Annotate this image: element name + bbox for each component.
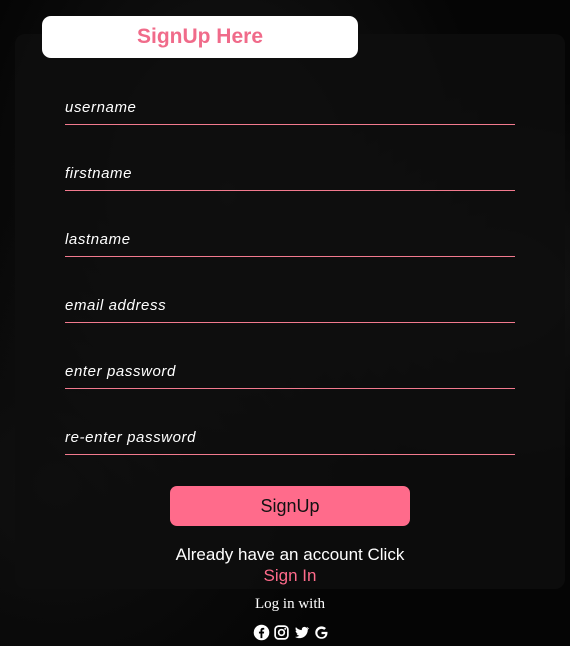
twitter-icon[interactable] xyxy=(293,624,310,641)
firstname-input[interactable] xyxy=(65,157,515,191)
already-account-text: Already have an account Click xyxy=(175,545,405,564)
facebook-icon[interactable] xyxy=(253,624,270,641)
lastname-input[interactable] xyxy=(65,223,515,257)
social-login-icons xyxy=(253,623,333,641)
page-title: SignUp Here xyxy=(136,25,264,48)
instagram-icon[interactable] xyxy=(273,624,290,641)
title-banner: SignUp Here xyxy=(42,16,358,58)
password-input[interactable] xyxy=(65,355,515,389)
username-input[interactable] xyxy=(65,91,515,125)
login-with-label: Log in with xyxy=(255,596,325,612)
signup-button[interactable]: SignUp xyxy=(170,486,410,526)
confirm-password-input[interactable] xyxy=(65,421,515,455)
email-input[interactable] xyxy=(65,289,515,323)
google-icon[interactable] xyxy=(313,624,330,641)
sign-in-link[interactable]: Sign In xyxy=(220,566,360,586)
